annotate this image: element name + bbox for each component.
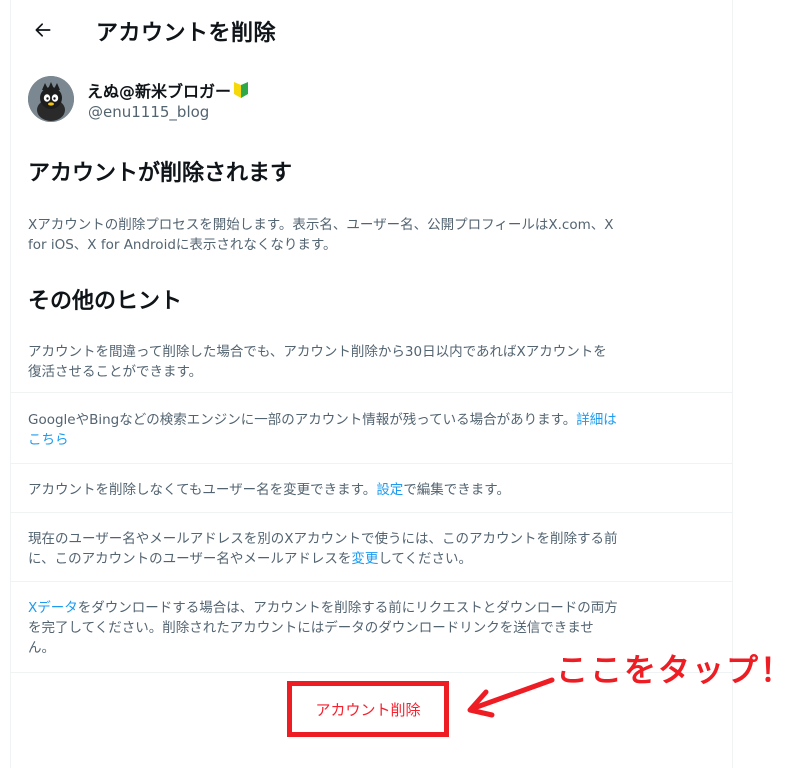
highlight-box: アカウント削除 [287, 681, 449, 737]
page-title: アカウントを削除 [96, 21, 277, 46]
tip-search-engines: GoogleやBingなどの検索エンジンに一部のアカウント情報が残っている場合が… [28, 412, 617, 448]
pointer-arrow-icon [467, 677, 555, 718]
page-header: アカウントを削除 [11, 0, 732, 62]
tip-reuse-email: 現在のユーザー名やメールアドレスを別のXアカウントで使うには、このアカウントを削… [28, 531, 618, 567]
settings-link[interactable]: 設定 [376, 482, 403, 498]
x-data-link[interactable]: Xデータ [28, 600, 78, 616]
account-info: えぬ@新米ブロガー @enu1115_blog [28, 76, 528, 128]
display-name: えぬ@新米ブロガー [87, 78, 249, 102]
divider [11, 581, 732, 582]
deletion-description: Xアカウントの削除プロセスを開始します。表示名、ユーザー名、公開プロフィールはX… [28, 217, 614, 253]
user-handle: @enu1115_blog [88, 103, 210, 121]
tip-change-username: アカウントを削除しなくてもユーザー名を変更できます。設定で編集できます。 [28, 482, 510, 498]
change-link[interactable]: 変更 [351, 551, 378, 567]
divider [11, 463, 732, 464]
avatar [28, 76, 74, 122]
learn-more-link-cont[interactable]: こちら [28, 432, 69, 448]
beginner-mark-icon [234, 82, 249, 98]
tip-restore: アカウントを間違って削除した場合でも、アカウント削除から30日以内であればXアカ… [28, 344, 607, 380]
divider [11, 392, 732, 393]
deletion-heading: アカウントが削除されます [28, 161, 293, 186]
arrow-left-icon [35, 23, 51, 37]
tips-heading: その他のヒント [28, 289, 183, 314]
divider [11, 512, 732, 513]
tap-here-callout: ここをタップ！ [556, 651, 795, 689]
learn-more-link[interactable]: 詳細は [576, 412, 617, 428]
delete-account-button[interactable]: アカウント削除 [315, 699, 420, 720]
back-button[interactable] [27, 14, 59, 46]
